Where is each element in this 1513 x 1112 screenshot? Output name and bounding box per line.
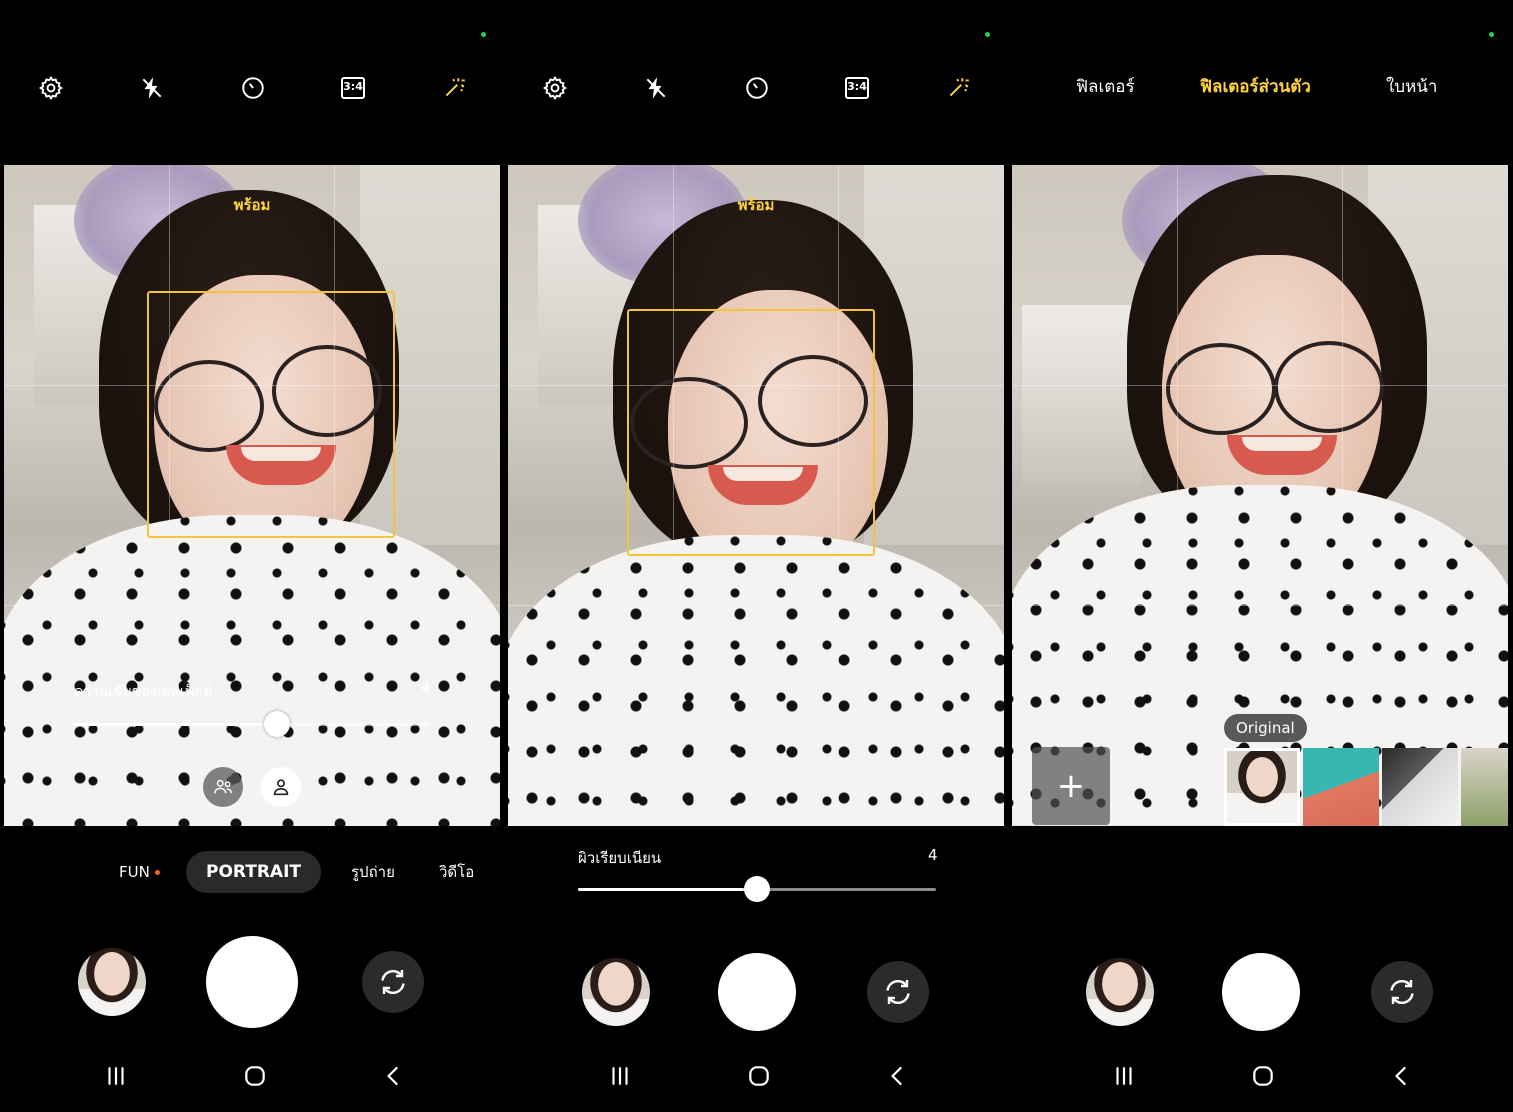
camera-viewfinder[interactable]: พร้อม ความเข้มของเอฟเฟ็กต์ 4 [4, 165, 500, 826]
aspect-ratio-label: 3:4 [341, 77, 365, 99]
privacy-indicator-dot [1489, 32, 1494, 37]
tab-my-filters[interactable]: ฟิลเตอร์ส่วนตัว [1200, 72, 1311, 102]
camera-viewfinder[interactable]: + Original [1012, 165, 1508, 826]
slider-fill [74, 723, 277, 726]
flash-off-icon[interactable] [130, 66, 174, 110]
skin-smoothness-label: ผิวเรียบเนียน [578, 849, 662, 867]
privacy-indicator-dot [481, 32, 486, 37]
subject-shirt [508, 535, 1004, 826]
filter-thumb[interactable] [1303, 748, 1379, 826]
grid-line [1012, 385, 1508, 386]
add-filter-button[interactable]: + [1032, 747, 1110, 825]
mode-video[interactable]: วิดีโอ [439, 851, 474, 893]
mode-photo[interactable]: รูปถ่าย [351, 851, 395, 893]
magic-wand-icon[interactable] [936, 66, 980, 110]
ready-status: พร้อม [233, 196, 271, 214]
camera-screen-filters: ฟิลเตอร์ ฟิลเตอร์ส่วนตัว ใบหน้า + Origin… [1012, 0, 1508, 1112]
grid-line [1012, 605, 1508, 606]
mode-portrait[interactable]: PORTRAIT [186, 851, 322, 893]
back-icon[interactable] [876, 1058, 920, 1094]
timer-icon[interactable] [735, 66, 779, 110]
skin-smoothness-value: 4 [928, 846, 938, 864]
system-nav-bar [1012, 1058, 1508, 1094]
skin-smoothness-slider[interactable] [578, 876, 936, 902]
back-icon[interactable] [1380, 1058, 1424, 1094]
tab-filters[interactable]: ฟิลเตอร์ [1076, 72, 1135, 102]
slider-thumb[interactable] [744, 876, 770, 902]
camera-screen-portrait: 3:4 พร้อม ความเข้มของเอฟเฟ็กต์ 4 FUN POR… [4, 0, 500, 1112]
aspect-ratio-icon[interactable]: 3:4 [331, 66, 375, 110]
background-window [1022, 305, 1142, 485]
filter-thumb-original[interactable] [1224, 748, 1300, 826]
plus-icon: + [1056, 766, 1086, 806]
recent-apps-icon[interactable] [94, 1058, 138, 1094]
slider-fill [578, 888, 757, 891]
camera-viewfinder[interactable]: พร้อม [508, 165, 1004, 826]
single-portrait-icon[interactable] [261, 767, 301, 807]
switch-camera-icon[interactable] [362, 951, 424, 1013]
shutter-button[interactable] [1222, 953, 1300, 1031]
shutter-button[interactable] [718, 953, 796, 1031]
ready-status: พร้อม [737, 196, 775, 214]
grid-line [508, 605, 1004, 606]
glasses-right-lens [1274, 341, 1384, 433]
slider-thumb[interactable] [263, 711, 290, 737]
tab-face[interactable]: ใบหน้า [1386, 72, 1437, 102]
filter-thumb[interactable] [1461, 748, 1508, 826]
filter-tab-bar: ฟิลเตอร์ ฟิลเตอร์ส่วนตัว ใบหน้า [1012, 72, 1508, 104]
effect-intensity-value: 4 [421, 681, 430, 697]
new-badge-dot [154, 870, 160, 875]
home-icon[interactable] [737, 1058, 781, 1094]
back-icon[interactable] [372, 1058, 416, 1094]
subject-shirt [4, 515, 500, 826]
gallery-thumbnail[interactable] [1086, 958, 1154, 1026]
gear-icon[interactable] [533, 66, 577, 110]
magic-wand-icon[interactable] [432, 66, 476, 110]
subject-teeth [1242, 437, 1322, 451]
home-icon[interactable] [233, 1058, 277, 1094]
effect-intensity-label: ความเข้มของเอฟเฟ็กต์ [74, 684, 213, 700]
aspect-ratio-icon[interactable]: 3:4 [835, 66, 879, 110]
recent-apps-icon[interactable] [1102, 1058, 1146, 1094]
flash-off-icon[interactable] [634, 66, 678, 110]
effect-intensity-slider[interactable] [74, 711, 430, 737]
camera-toolbar: 3:4 [4, 66, 500, 110]
original-filter-label: Original [1224, 714, 1307, 742]
grid-line [1177, 165, 1178, 826]
system-nav-bar [508, 1058, 1004, 1094]
camera-screen-beauty: 3:4 พร้อม ผิวเรียบเนียน 4 [508, 0, 1004, 1112]
home-icon[interactable] [1241, 1058, 1285, 1094]
switch-camera-icon[interactable] [867, 961, 929, 1023]
filter-thumb[interactable] [1382, 748, 1458, 826]
mode-fun-label: FUN [119, 863, 150, 881]
camera-toolbar: 3:4 [508, 66, 1004, 110]
grid-line [1342, 165, 1343, 826]
aspect-ratio-label: 3:4 [845, 77, 869, 99]
mode-fun[interactable]: FUN [119, 851, 160, 893]
system-nav-bar [4, 1058, 500, 1094]
camera-mode-bar: FUN PORTRAIT รูปถ่าย วิดีโอ [4, 851, 500, 893]
switch-camera-icon[interactable] [1371, 961, 1433, 1023]
group-portrait-icon[interactable] [203, 767, 243, 807]
privacy-indicator-dot [985, 32, 990, 37]
grid-line [4, 605, 500, 606]
glasses-left-lens [1166, 343, 1276, 435]
gear-icon[interactable] [29, 66, 73, 110]
timer-icon[interactable] [231, 66, 275, 110]
recent-apps-icon[interactable] [598, 1058, 642, 1094]
gallery-thumbnail[interactable] [78, 948, 146, 1016]
gallery-thumbnail[interactable] [582, 958, 650, 1026]
shutter-button[interactable] [206, 936, 298, 1028]
face-detection-box [147, 291, 395, 538]
face-detection-box [627, 309, 875, 556]
